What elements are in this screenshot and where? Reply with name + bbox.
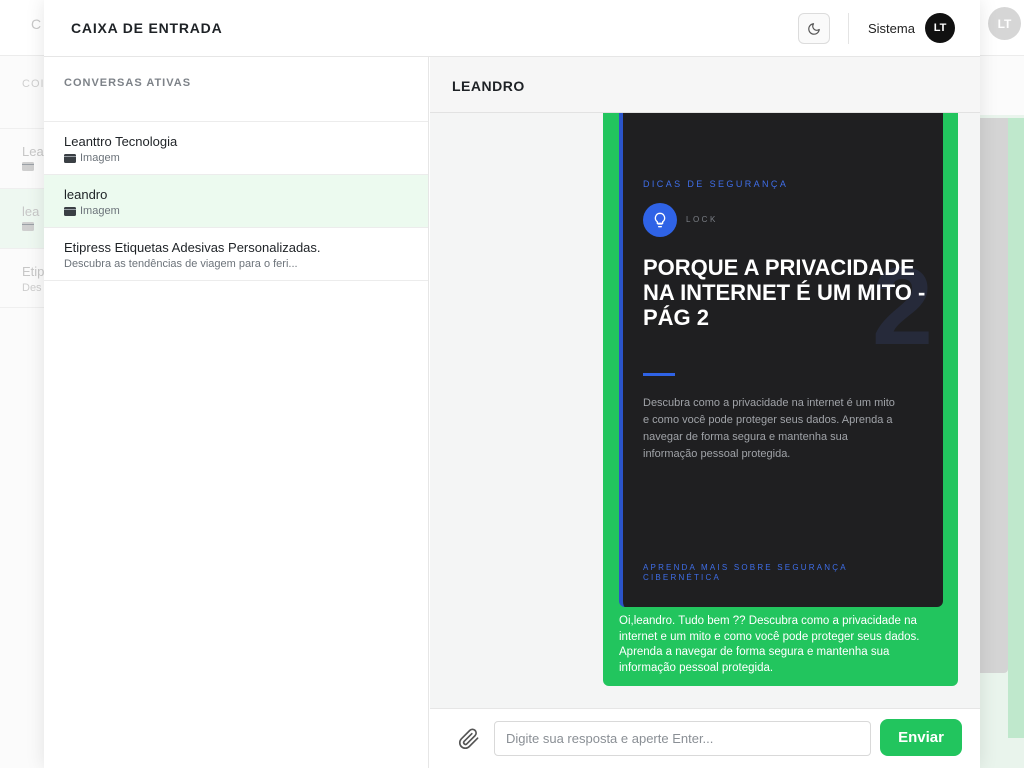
background-title: C [31, 16, 43, 32]
poster-title: PORQUE A PRIVACIDADE NA INTERNET É UM MI… [643, 255, 926, 330]
conversation-preview-text: Imagem [80, 205, 120, 217]
background-row-title: Lea [22, 144, 44, 159]
user-name: Sistema [868, 21, 915, 36]
background-side-heading: COI [22, 78, 45, 90]
theme-toggle-button[interactable] [798, 13, 830, 44]
header-divider [848, 13, 849, 44]
poster-footer: APRENDA MAIS SOBRE SEGURANÇA CIBERNÉTICA [643, 563, 848, 582]
inbox-modal: CAIXA DE ENTRADA Sistema LT CONVERSAS AT… [44, 0, 980, 768]
reply-input[interactable] [494, 721, 871, 756]
poster-divider [643, 373, 675, 376]
chat-messages[interactable]: 2 DICAS DE SEGURANÇA LOCK PORQUE A PRIVA… [430, 113, 980, 708]
conversation-item[interactable]: Leanttro Tecnologia Imagem [44, 122, 428, 175]
background-avatar: LT [988, 7, 1021, 40]
image-icon [64, 206, 76, 216]
message-caption: Oi,leandro. Tudo bem ?? Descubra como a … [619, 615, 920, 674]
page-title: CAIXA DE ENTRADA [71, 20, 223, 36]
message-image[interactable]: 2 DICAS DE SEGURANÇA LOCK PORQUE A PRIVA… [619, 113, 943, 607]
conversations-panel: CONVERSAS ATIVAS Leanttro Tecnologia Ima… [44, 57, 429, 768]
chat-header: LEANDRO [430, 57, 980, 113]
paperclip-icon[interactable] [458, 728, 480, 750]
conversation-preview: Imagem [64, 152, 120, 164]
conversation-preview: Descubra as tendências de viagem para o … [64, 258, 298, 270]
conversation-name: leandro [64, 187, 108, 202]
background-row: Lea [0, 128, 44, 188]
background-row-sub [22, 162, 34, 174]
poster-tag: LOCK [686, 215, 718, 224]
reply-bar: Enviar [430, 708, 980, 768]
conversations-header: CONVERSAS ATIVAS [44, 57, 428, 122]
conversation-name: Etipress Etiquetas Adesivas Personalizad… [64, 240, 321, 255]
conversation-preview-text: Imagem [80, 152, 120, 164]
background-green-bubble [1008, 118, 1024, 738]
image-icon [64, 153, 76, 163]
conversations-heading: CONVERSAS ATIVAS [64, 77, 192, 89]
chat-panel: LEANDRO 2 DICAS DE SEGURANÇA LOCK PORQUE… [430, 57, 980, 768]
poster-kicker: DICAS DE SEGURANÇA [643, 179, 789, 189]
send-button[interactable]: Enviar [880, 719, 962, 756]
conversation-preview: Imagem [64, 205, 120, 217]
lightbulb-icon [643, 203, 677, 237]
image-icon [22, 222, 34, 231]
moon-icon [808, 22, 820, 35]
conversation-item[interactable]: Etipress Etiquetas Adesivas Personalizad… [44, 228, 428, 281]
background-row-sub [22, 222, 34, 234]
background-row: Etip Des [0, 248, 44, 308]
background-row-title: Etip [22, 264, 45, 279]
image-icon [22, 162, 34, 171]
conversation-preview-text: Descubra as tendências de viagem para o … [64, 258, 298, 270]
chat-contact-name: LEANDRO [452, 78, 525, 94]
background-row-title: lea [22, 204, 40, 219]
background-row: lea [0, 188, 44, 248]
conversation-item-active[interactable]: leandro Imagem [44, 175, 428, 228]
message-bubble: 2 DICAS DE SEGURANÇA LOCK PORQUE A PRIVA… [603, 113, 958, 686]
modal-header: CAIXA DE ENTRADA Sistema LT [44, 0, 980, 57]
background-chat-bubble [980, 118, 1008, 673]
background-row-sub: Des [22, 282, 42, 294]
poster-description: Descubra como a privacidade na internet … [643, 397, 895, 460]
user-avatar[interactable]: LT [925, 13, 955, 43]
conversation-name: Leanttro Tecnologia [64, 134, 178, 149]
